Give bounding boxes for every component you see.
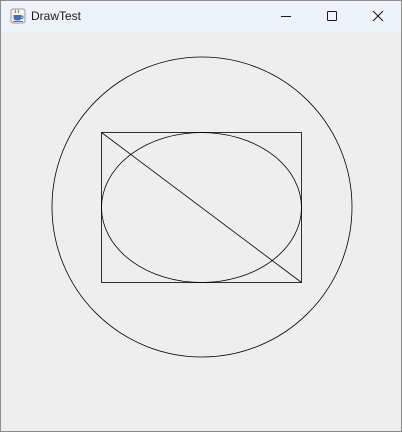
window-title: DrawTest (31, 9, 82, 23)
outer-circle (51, 56, 353, 358)
java-cup-icon[interactable] (10, 8, 26, 24)
drawing-surface (51, 56, 353, 358)
app-window: DrawTest (0, 0, 402, 432)
maximize-button[interactable] (309, 1, 355, 32)
title-bar[interactable]: DrawTest (1, 1, 401, 32)
diagonal-line (101, 132, 302, 283)
minimize-icon (281, 16, 291, 17)
close-button[interactable] (355, 1, 401, 32)
close-icon (372, 10, 384, 22)
maximize-icon (327, 11, 337, 21)
drawing-canvas (1, 32, 401, 431)
minimize-button[interactable] (263, 1, 309, 32)
